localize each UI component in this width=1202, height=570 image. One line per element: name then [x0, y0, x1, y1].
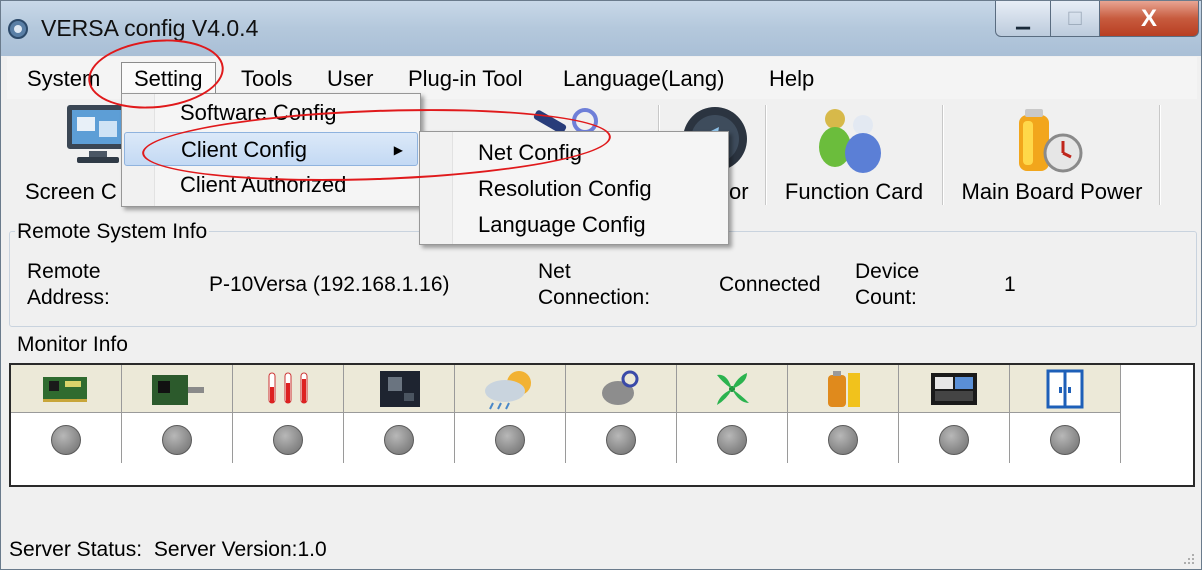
- function-card-icon: [819, 109, 881, 173]
- device-count-value: 1: [1004, 273, 1016, 296]
- net-connection-label-line2: Connection:: [538, 286, 651, 309]
- toolbar-separator: [765, 105, 767, 205]
- main-board-power-label: Main Board Power: [961, 179, 1143, 204]
- display-panel-icon: [931, 373, 977, 405]
- smoke-icon: [602, 370, 639, 405]
- net-connection-label-line1: Net: [538, 260, 571, 283]
- server-status-label: Server Status:: [9, 538, 143, 561]
- toolbar-separator: [942, 105, 944, 205]
- monitor-cell-sending-card[interactable]: [122, 365, 233, 463]
- status-led: [1050, 425, 1080, 455]
- menu-user[interactable]: User: [321, 66, 379, 92]
- monitor-info-grid: [9, 363, 1195, 487]
- door-icon: [1046, 369, 1084, 409]
- receiving-card-icon: [43, 377, 87, 402]
- monitor-label: or: [729, 179, 749, 204]
- resolution-config-label: Resolution Config: [478, 176, 652, 201]
- minimize-icon: ▁: [1016, 9, 1030, 29]
- monitor-cell-receiving-card[interactable]: [11, 365, 122, 463]
- status-led: [606, 425, 636, 455]
- maximize-button[interactable]: □: [1050, 1, 1100, 37]
- menu-item-language-config[interactable]: Language Config: [422, 208, 726, 242]
- status-led: [939, 425, 969, 455]
- status-led: [51, 425, 81, 455]
- monitor-cell-weather[interactable]: [455, 365, 566, 463]
- close-button[interactable]: X: [1099, 1, 1199, 37]
- app-gear-icon: [8, 19, 28, 39]
- menu-language[interactable]: Language(Lang): [557, 66, 730, 92]
- fan-icon: [717, 373, 749, 405]
- sending-card-icon: [152, 375, 204, 405]
- monitor-cell-temperature[interactable]: [233, 365, 344, 463]
- main-board-power-button[interactable]: Main Board Power: [947, 99, 1157, 211]
- remote-address-label-line1: Remote: [27, 260, 101, 283]
- remote-address-label-line2: Address:: [27, 286, 110, 309]
- monitor-cell-fan[interactable]: [677, 365, 788, 463]
- function-card-button[interactable]: Function Card: [769, 99, 939, 211]
- main-board-power-icon: [1019, 109, 1083, 173]
- monitor-cell-display-panel[interactable]: [899, 365, 1010, 463]
- monitor-info-title: Monitor Info: [15, 333, 130, 357]
- server-version: Server Version:1.0: [153, 538, 327, 561]
- minimize-button[interactable]: ▁: [995, 1, 1051, 37]
- weather-icon: [485, 371, 531, 410]
- device-count-label-line1: Device: [855, 260, 920, 283]
- status-led: [828, 425, 858, 455]
- remote-system-info-title: Remote System Info: [15, 220, 210, 244]
- chip-icon: [380, 371, 420, 407]
- remote-address-value: P-10Versa (192.168.1.16): [209, 273, 450, 296]
- menu-plugin-tool[interactable]: Plug-in Tool: [402, 66, 529, 92]
- resize-grip-icon[interactable]: [1181, 551, 1195, 565]
- window-title: VERSA config V4.0.4: [41, 15, 259, 41]
- function-card-label: Function Card: [784, 179, 924, 204]
- status-led: [717, 425, 747, 455]
- net-connection-value: Connected: [719, 273, 821, 296]
- remote-system-info-group: [9, 231, 1197, 327]
- maximize-icon: □: [1068, 5, 1082, 30]
- menu-help[interactable]: Help: [763, 66, 820, 92]
- menu-tools[interactable]: Tools: [235, 66, 298, 92]
- monitor-cell-chip[interactable]: [344, 365, 455, 463]
- status-led: [162, 425, 192, 455]
- status-led: [273, 425, 303, 455]
- thermometer-icon: [268, 372, 308, 404]
- language-config-label: Language Config: [478, 212, 646, 237]
- battery-icon: [828, 371, 860, 407]
- toolbar-separator: [1159, 105, 1161, 205]
- status-bar: Server Status: Server Version:1.0: [9, 538, 327, 562]
- close-icon: X: [1140, 5, 1157, 32]
- device-count-label-line2: Count:: [855, 286, 917, 309]
- monitor-cell-battery[interactable]: [788, 365, 899, 463]
- status-led: [495, 425, 525, 455]
- status-led: [384, 425, 414, 455]
- monitor-cell-door[interactable]: [1010, 365, 1121, 463]
- menu-item-resolution-config[interactable]: Resolution Config: [422, 172, 726, 206]
- monitor-cell-smoke[interactable]: [566, 365, 677, 463]
